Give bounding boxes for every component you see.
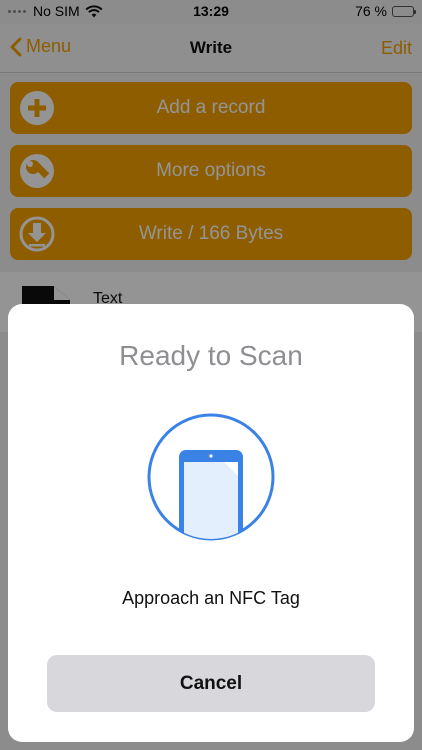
sheet-message: Approach an NFC Tag — [122, 588, 300, 608]
cancel-button[interactable]: Cancel — [47, 655, 375, 712]
sheet-title: Ready to Scan — [119, 340, 303, 371]
phone-icon — [147, 413, 275, 541]
nfc-scan-sheet: Ready to Scan Approach an NFC Tag Cancel — [8, 304, 414, 742]
